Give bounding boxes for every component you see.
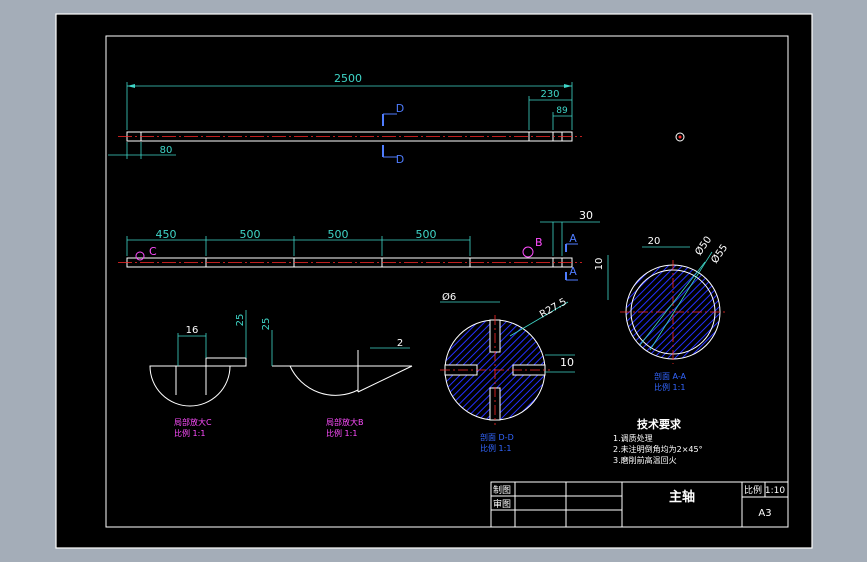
dim-500-c: 500 [416,228,437,241]
section-dd-title: 剖面 D-D [480,432,514,442]
dim-89: 89 [556,106,568,116]
detail-c-dim-16: 16 [186,325,199,336]
detail-c-title: 局部放大C [174,417,212,427]
dim-80: 80 [160,145,173,156]
dim-500-a: 500 [240,228,261,241]
detail-b-title: 局部放大B [326,417,364,427]
detail-b-scale: 比例 1:1 [326,428,357,438]
section-dd-width: 10 [560,356,574,369]
section-mark-d-top: D [396,102,404,115]
marker-a-top: A [569,232,577,245]
section-aa-title: 剖面 A-A [654,371,687,381]
detail-c-dim-25: 25 [235,314,246,327]
checked-by-label: 审图 [493,498,511,510]
marker-a-bottom: A [569,265,577,278]
detail-c-scale: 比例 1:1 [174,428,205,438]
section-aa-scale: 比例 1:1 [654,382,685,392]
marker-c: C [149,245,157,258]
section-aa-dim20: 20 [648,236,661,247]
section-mark-d-bottom: D [396,153,404,166]
tech-item-1: 1.调质处理 [613,433,653,443]
tech-item-3: 3.磨削前高温回火 [613,455,677,465]
dim-30: 30 [579,209,593,222]
part-name: 主轴 [669,489,695,505]
dim-500-b: 500 [328,228,349,241]
sheet-size: A3 [758,508,771,519]
scale-label: 比例 1:10 [744,484,785,496]
drawn-by-label: 制图 [493,484,511,496]
marker-b: B [535,236,543,249]
section-aa-dim10: 10 [594,258,605,271]
tech-title: 技术要求 [637,417,682,431]
dim-230: 230 [540,89,559,100]
dim-2500: 2500 [334,72,362,85]
detail-b-dim-25: 25 [261,318,272,331]
cad-drawing: 2500 230 89 80 D D 450 500 500 500 30 C … [55,13,813,549]
section-dd-scale: 比例 1:1 [480,443,511,453]
tech-item-2: 2.未注明倒角均为2×45° [613,444,703,454]
section-dd-dia: Ø6 [442,291,456,303]
detail-b-dim-2: 2 [397,338,403,349]
dim-450: 450 [156,228,177,241]
